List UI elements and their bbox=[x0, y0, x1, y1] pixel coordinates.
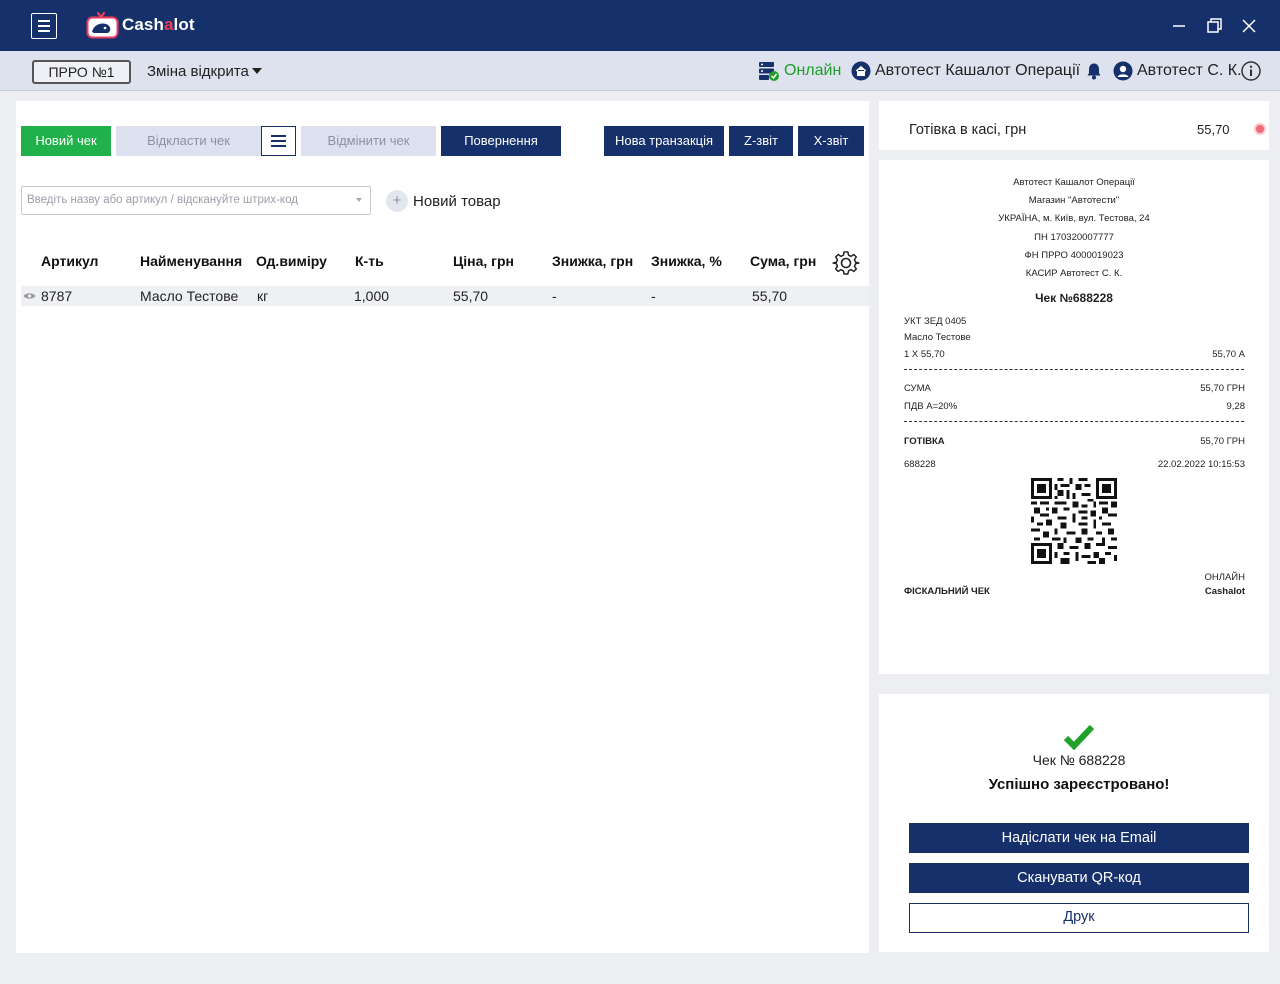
column-header-price: Ціна, грн bbox=[453, 253, 514, 269]
receipt-divider bbox=[904, 421, 1244, 422]
cash-label: Готівка в касі, грн bbox=[909, 122, 1027, 138]
receipt-cash-label: ГОТІВКА bbox=[904, 436, 945, 447]
cancel-check-button[interactable]: Відмінити чек bbox=[301, 126, 436, 156]
column-header-unit: Од.виміру bbox=[256, 253, 327, 269]
receipt-item-name: Масло Тестове bbox=[904, 332, 971, 343]
app-name: Cashalot bbox=[122, 15, 195, 34]
gear-icon[interactable] bbox=[832, 249, 860, 277]
cell-article: 8787 bbox=[41, 288, 73, 304]
caret-down-icon bbox=[251, 68, 262, 74]
cell-unit: кг bbox=[257, 288, 269, 304]
whale-logo-icon bbox=[86, 11, 119, 39]
search-placeholder: Введіть назву або артикул / відскануйте … bbox=[27, 194, 298, 206]
print-button[interactable]: Друк bbox=[909, 903, 1249, 933]
success-panel: Чек № 688228 Успішно зареєстровано! Наді… bbox=[879, 694, 1269, 952]
product-search-input[interactable]: Введіть назву або артикул / відскануйте … bbox=[21, 186, 371, 215]
hamburger-menu-button[interactable] bbox=[31, 13, 57, 39]
receipt-item-qty: 1 X 55,70 bbox=[904, 349, 945, 360]
receipt-datetime: 22.02.2022 10:15:53 bbox=[1157, 459, 1245, 470]
receipt-brand-label: Cashalot bbox=[1204, 586, 1245, 597]
new-item-label: Новий товар bbox=[413, 192, 501, 210]
check-panel: Новий чек Відкласти чек Відмінити чек По… bbox=[16, 101, 869, 953]
receipt-org: Автотест Кашалот Операції bbox=[1013, 177, 1135, 188]
organization: Автотест Кашалот Операції bbox=[851, 60, 1080, 82]
checkmark-icon bbox=[1064, 724, 1094, 750]
minimize-icon[interactable] bbox=[1167, 14, 1191, 38]
receipt-vat-value: 9,28 bbox=[1226, 401, 1246, 412]
plus-icon: + bbox=[386, 190, 408, 212]
online-status: Онлайн bbox=[758, 60, 841, 82]
check-number: Чек № 688228 bbox=[1032, 752, 1126, 768]
cell-price: 55,70 bbox=[453, 288, 489, 304]
postponed-list-button[interactable] bbox=[261, 126, 296, 156]
qr-code-icon bbox=[1031, 478, 1117, 564]
cell-name: Масло Тестове bbox=[140, 288, 239, 304]
prro-button[interactable]: ПРРО №1 bbox=[32, 60, 131, 84]
eye-icon[interactable] bbox=[23, 292, 36, 300]
receipt-preview: Автотест Кашалот Операції Магазин "Автот… bbox=[879, 160, 1269, 674]
receipt-number: 688228 bbox=[904, 459, 936, 470]
receipt-shop: Магазин "Автотести" bbox=[1028, 195, 1120, 206]
user-name: Автотест С. К. bbox=[1137, 62, 1242, 79]
send-email-button[interactable]: Надіслати чек на Email bbox=[909, 823, 1249, 853]
cell-qty[interactable]: 1,000 bbox=[354, 288, 389, 304]
cell-discount: - bbox=[552, 288, 557, 304]
receipt-sum-label: СУМА bbox=[904, 383, 931, 394]
column-header-discount: Знижка, грн bbox=[552, 253, 634, 269]
column-header-sum: Сума, грн bbox=[750, 253, 817, 269]
z-report-button[interactable]: Z-звіт bbox=[729, 126, 793, 156]
receipt-divider bbox=[904, 369, 1244, 370]
receipt-address: УКРАЇНА, м. Київ, вул. Тестова, 24 bbox=[998, 213, 1150, 224]
receipt-vat-label: ПДВ А=20% bbox=[904, 401, 958, 412]
status-bar: ПРРО №1 Зміна відкрита Онлайн Автотест К… bbox=[0, 51, 1280, 91]
receipt-sum-value: 55,70 ГРН bbox=[1200, 383, 1245, 394]
postpone-check-button[interactable]: Відкласти чек bbox=[116, 126, 261, 156]
cash-value: 55,70 bbox=[1197, 122, 1230, 137]
title-bar: Cashalot bbox=[0, 0, 1280, 51]
column-header-article: Артикул bbox=[41, 253, 99, 269]
receipt-fiscal-label: ФІСКАЛЬНИЙ ЧЕК bbox=[904, 586, 990, 597]
online-label: Онлайн bbox=[784, 62, 842, 79]
receipt-item-code: УКТ ЗЕД 0405 bbox=[904, 316, 967, 327]
column-header-qty: К-ть bbox=[355, 253, 384, 269]
user-avatar-icon bbox=[1113, 61, 1133, 81]
new-transaction-button[interactable]: Нова транзакція bbox=[604, 126, 724, 156]
column-header-discount-pct: Знижка, % bbox=[651, 253, 722, 269]
table-row[interactable]: 8787 Масло Тестове кг 1,000 55,70 - - 55… bbox=[21, 286, 869, 306]
status-dot-icon bbox=[1254, 123, 1266, 135]
dropdown-arrow-icon[interactable] bbox=[356, 198, 362, 202]
receipt-item-sum: 55,70 А bbox=[1212, 349, 1245, 360]
bell-icon[interactable] bbox=[1085, 62, 1103, 80]
server-online-icon bbox=[759, 62, 779, 81]
home-icon bbox=[851, 61, 871, 81]
column-header-name: Найменування bbox=[140, 253, 243, 269]
receipt-cash-value: 55,70 ГРН bbox=[1200, 436, 1245, 447]
receipt-tax-id: ПН 170320007777 bbox=[1034, 232, 1114, 243]
receipt-title: Чек №688228 bbox=[1035, 291, 1113, 305]
shift-label: Зміна відкрита bbox=[147, 63, 249, 80]
receipt-fiscal-number: ФН ПРРО 4000019023 bbox=[1024, 250, 1124, 261]
cell-sum: 55,70 bbox=[752, 288, 788, 304]
x-report-button[interactable]: X-звіт bbox=[798, 126, 864, 156]
return-button[interactable]: Повернення bbox=[441, 126, 561, 156]
new-item-button[interactable]: + Новий товар bbox=[386, 189, 501, 213]
scan-qr-button[interactable]: Сканувати QR-код bbox=[909, 863, 1249, 893]
shift-dropdown[interactable]: Зміна відкрита bbox=[147, 63, 262, 80]
cash-panel: Готівка в касі, грн 55,70 bbox=[879, 101, 1269, 150]
info-icon[interactable] bbox=[1241, 61, 1261, 81]
cell-discount-pct: - bbox=[651, 288, 656, 304]
user-menu[interactable]: Автотест С. К. bbox=[1113, 60, 1242, 82]
new-check-button[interactable]: Новий чек bbox=[21, 126, 111, 156]
success-message: Успішно зареєстровано! bbox=[988, 776, 1170, 793]
app-logo: Cashalot bbox=[86, 9, 195, 41]
restore-icon[interactable] bbox=[1202, 14, 1226, 38]
receipt-cashier: КАСИР Автотест С. К. bbox=[1025, 268, 1123, 279]
close-icon[interactable] bbox=[1237, 14, 1261, 38]
receipt-online-label: ОНЛАЙН bbox=[1204, 572, 1245, 583]
organization-name: Автотест Кашалот Операції bbox=[875, 62, 1081, 79]
